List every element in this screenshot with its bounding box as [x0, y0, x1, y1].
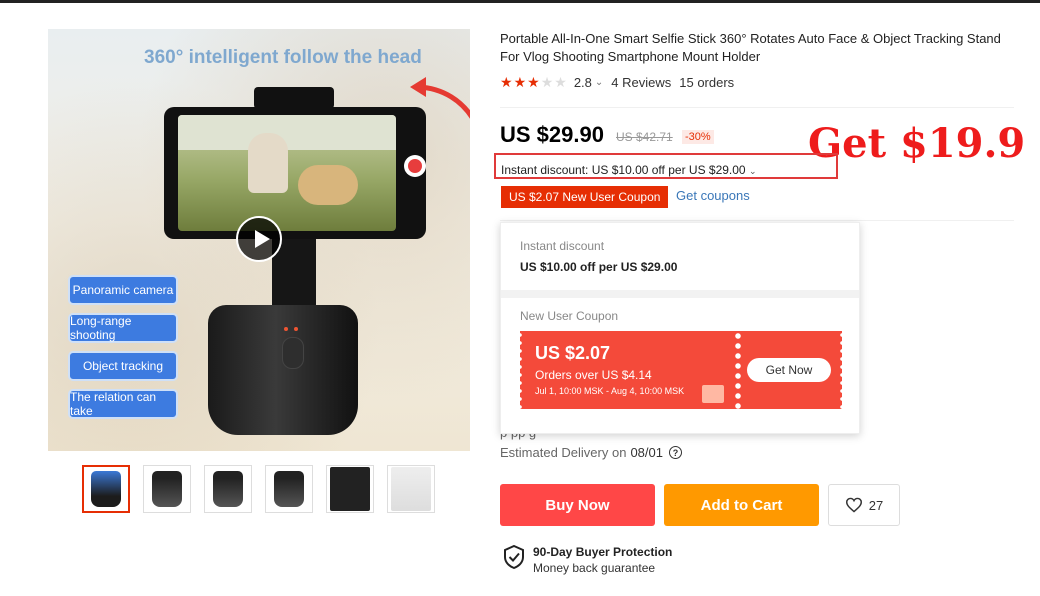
- main-product-image[interactable]: 360° intelligent follow the head Panoram…: [48, 29, 470, 451]
- image-headline: 360° intelligent follow the head: [144, 47, 422, 68]
- discount-badge: -30%: [682, 130, 714, 144]
- phone-clamp: [254, 87, 334, 109]
- top-border: [0, 0, 1040, 3]
- thumbnail-4[interactable]: [265, 465, 313, 513]
- feature-badge: Long-range shooting: [68, 313, 178, 343]
- discount-popup: Instant discount US $10.00 off per US $2…: [500, 222, 860, 434]
- stand-base: [208, 305, 358, 435]
- divider: [500, 220, 1014, 221]
- rating-row: ★ ★ ★ ★ ★ 2.8 ⌄ 4 Reviews 15 orders: [500, 74, 734, 91]
- help-icon[interactable]: ?: [669, 446, 682, 459]
- delivery-label: Estimated Delivery on: [500, 445, 627, 460]
- phone-screen: [178, 115, 396, 231]
- phone-illustration: [164, 107, 426, 239]
- feature-badge: The relation can take: [68, 389, 178, 419]
- star-icon: ★: [500, 74, 513, 90]
- delivery-date: 08/01: [630, 445, 663, 460]
- add-to-cart-button[interactable]: Add to Cart: [664, 484, 819, 526]
- wishlist-count: 27: [868, 497, 884, 513]
- get-now-button[interactable]: Get Now: [747, 358, 831, 382]
- heart-icon: [845, 497, 862, 513]
- thumbnail-6[interactable]: [387, 465, 435, 513]
- current-price: US $29.90: [500, 122, 604, 147]
- instant-discount-dropdown[interactable]: Instant discount: US $10.00 off per US $…: [501, 163, 757, 177]
- gift-icon: [702, 385, 724, 403]
- popup-divider: [501, 290, 859, 298]
- new-user-coupon-tag[interactable]: US $2.07 New User Coupon: [501, 186, 669, 208]
- product-title: Portable All-In-One Smart Selfie Stick 3…: [500, 31, 1001, 64]
- instant-discount-label: Instant discount: [520, 239, 605, 253]
- thumbnail-2[interactable]: [143, 465, 191, 513]
- orders-count: 15 orders: [679, 75, 735, 90]
- estimated-delivery: Estimated Delivery on 08/01 ?: [500, 445, 682, 460]
- star-icon: ★: [527, 74, 540, 90]
- chevron-down-icon[interactable]: ⌄: [595, 77, 603, 88]
- star-icon: ★: [540, 74, 554, 90]
- promo-overlay-text: Get $19.9: [808, 120, 1026, 167]
- divider: [500, 107, 1014, 108]
- get-coupons-link[interactable]: Get coupons: [676, 188, 750, 203]
- coupon-minimum: Orders over US $4.14: [535, 368, 652, 382]
- coupon-amount: US $2.07: [535, 343, 611, 363]
- buyer-protection: 90-Day Buyer Protection Money back guara…: [503, 545, 672, 575]
- wishlist-button[interactable]: 27: [828, 484, 900, 526]
- coupon-voucher: US $2.07 Orders over US $4.14 Jul 1, 10:…: [518, 331, 844, 409]
- record-icon: [404, 155, 426, 177]
- thumbnail-5[interactable]: [326, 465, 374, 513]
- star-icon: ★: [554, 74, 567, 90]
- protection-title: 90-Day Buyer Protection: [533, 545, 673, 559]
- coupon-perforation: [734, 331, 742, 409]
- instant-discount-text: Instant discount: US $10.00 off per US $…: [501, 163, 746, 177]
- reviews-link[interactable]: 4 Reviews: [611, 75, 671, 90]
- instant-discount-value: US $10.00 off per US $29.00: [520, 260, 678, 274]
- new-user-coupon-label: New User Coupon: [520, 309, 619, 323]
- coupon-validity: Jul 1, 10:00 MSK - Aug 4, 10:00 MSK: [535, 386, 685, 396]
- feature-badge: Panoramic camera: [68, 275, 178, 305]
- star-icon: ★: [513, 74, 527, 90]
- buy-now-button[interactable]: Buy Now: [500, 484, 655, 526]
- feature-badge: Object tracking: [68, 351, 178, 381]
- play-video-icon[interactable]: [236, 216, 282, 262]
- rating-value[interactable]: 2.8: [574, 75, 592, 90]
- original-price: US $42.71: [616, 130, 673, 144]
- thumbnail-3[interactable]: [204, 465, 252, 513]
- shield-check-icon: [504, 545, 524, 569]
- thumbnail-1[interactable]: [82, 465, 130, 513]
- protection-subtitle: Money back guarantee: [533, 561, 656, 575]
- chevron-down-icon: ⌄: [748, 166, 757, 176]
